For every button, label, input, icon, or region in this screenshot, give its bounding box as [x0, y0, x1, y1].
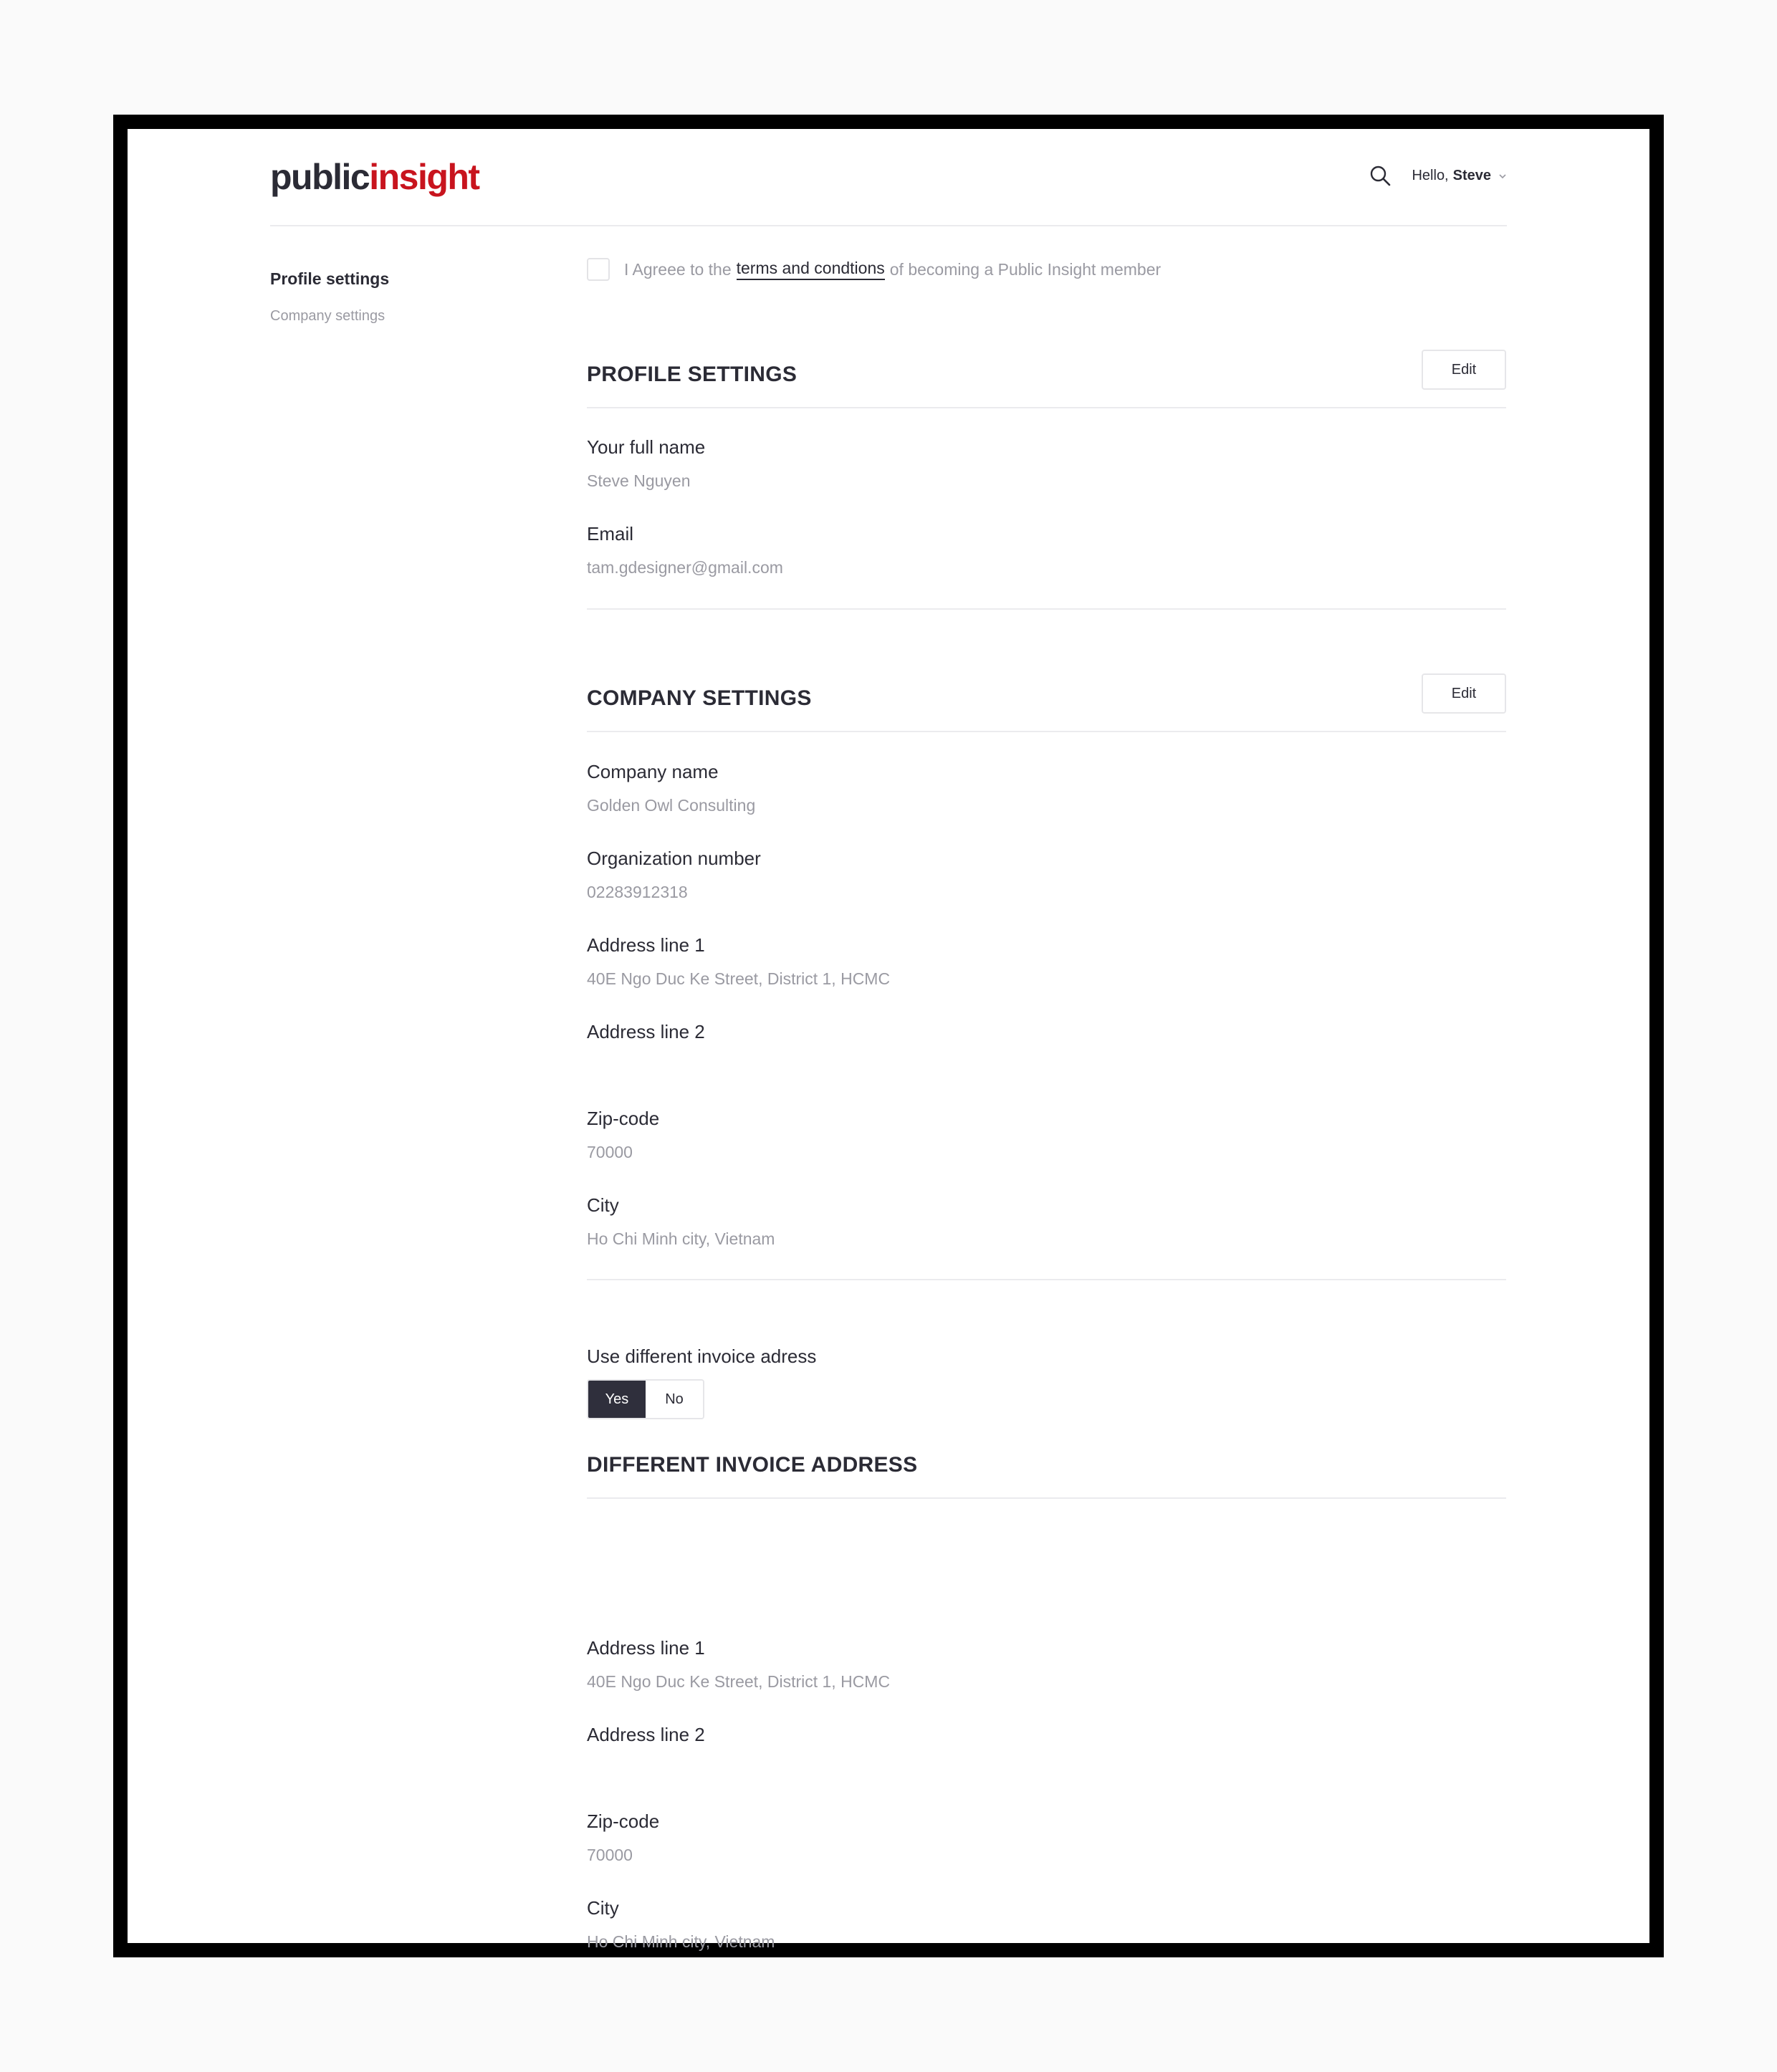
field-label: City — [587, 1194, 619, 1216]
field-organization-number: Organization number 02283912318 — [587, 848, 761, 902]
logo-part-insight: insight — [369, 157, 480, 197]
field-value: Golden Owl Consulting — [587, 796, 756, 815]
agreement-text-before: I Agreee to the — [624, 259, 732, 279]
field-value: 70000 — [587, 1143, 633, 1161]
field-full-name: Your full name Steve Nguyen — [587, 436, 705, 491]
field-value: 40E Ngo Duc Ke Street, District 1, HCMC — [587, 1672, 891, 1691]
field-label: Address line 2 — [587, 1724, 705, 1745]
field-label: Organization number — [587, 848, 761, 869]
section-divider — [587, 1279, 1506, 1280]
field-invoice-address-line-2: Address line 2 — [587, 1724, 705, 1778]
invoice-toggle-label: Use different invoice adress — [587, 1346, 817, 1367]
screenshot-frame: publicinsight Hello, Steve Profile setti… — [113, 115, 1664, 1957]
field-label: Address line 1 — [587, 934, 705, 956]
field-email: Email tam.gdesigner@gmail.com — [587, 523, 783, 577]
terms-agreement: I Agreee to the terms and condtions of b… — [587, 256, 1161, 282]
field-label: Email — [587, 523, 634, 545]
toggle-yes-button[interactable]: Yes — [588, 1381, 646, 1418]
field-value — [587, 1055, 705, 1075]
terms-link[interactable]: terms and condtions — [736, 259, 885, 280]
field-value: 40E Ngo Duc Ke Street, District 1, HCMC — [587, 969, 891, 988]
field-label: Address line 2 — [587, 1021, 705, 1042]
main-content: I Agreee to the terms and condtions of b… — [587, 129, 1506, 1951]
section-divider — [587, 608, 1506, 610]
profile-settings-header: PROFILE SETTINGS Edit — [587, 350, 1506, 408]
invoice-toggle: Yes No — [587, 1379, 704, 1419]
field-value: Ho Chi Minh city, Vietnam — [587, 1932, 775, 1951]
company-settings-header: COMPANY SETTINGS Edit — [587, 673, 1506, 732]
field-label: Company name — [587, 761, 719, 782]
toggle-no-button[interactable]: No — [646, 1381, 703, 1418]
sidebar-item-profile-settings[interactable]: Profile settings — [270, 269, 389, 289]
field-value: Steve Nguyen — [587, 471, 691, 490]
field-value: 70000 — [587, 1846, 633, 1864]
field-label: Zip-code — [587, 1108, 660, 1129]
field-zip-code: Zip-code 70000 — [587, 1108, 659, 1162]
field-value — [587, 1758, 705, 1778]
agreement-text-after: of becoming a Public Insight member — [889, 259, 1161, 279]
field-value: tam.gdesigner@gmail.com — [587, 558, 783, 577]
field-city: City Ho Chi Minh city, Vietnam — [587, 1194, 775, 1249]
profile-settings-title: PROFILE SETTINGS — [587, 363, 798, 386]
field-value: 02283912318 — [587, 883, 688, 901]
company-edit-button[interactable]: Edit — [1422, 673, 1506, 714]
logo[interactable]: publicinsight — [270, 157, 480, 197]
logo-part-public: public — [270, 157, 370, 197]
invoice-address-title: DIFFERENT INVOICE ADDRESS — [587, 1453, 918, 1477]
field-label: Your full name — [587, 436, 706, 458]
field-label: Zip-code — [587, 1810, 660, 1832]
field-invoice-address-line-1: Address line 1 40E Ngo Duc Ke Street, Di… — [587, 1637, 890, 1692]
profile-edit-button[interactable]: Edit — [1422, 350, 1506, 390]
company-settings-title: COMPANY SETTINGS — [587, 686, 812, 710]
page: publicinsight Hello, Steve Profile setti… — [128, 129, 1649, 1951]
sidebar-item-company-settings[interactable]: Company settings — [270, 308, 385, 325]
field-label: Address line 1 — [587, 1637, 705, 1659]
field-invoice-city: City Ho Chi Minh city, Vietnam — [587, 1897, 775, 1952]
field-company-name: Company name Golden Owl Consulting — [587, 761, 755, 815]
terms-checkbox[interactable] — [587, 258, 610, 281]
field-address-line-2: Address line 2 — [587, 1021, 705, 1075]
field-label: City — [587, 1897, 619, 1919]
invoice-address-header: DIFFERENT INVOICE ADDRESS — [587, 1437, 1506, 1499]
field-invoice-zip-code: Zip-code 70000 — [587, 1810, 659, 1865]
field-value: Ho Chi Minh city, Vietnam — [587, 1229, 775, 1248]
field-address-line-1: Address line 1 40E Ngo Duc Ke Street, Di… — [587, 934, 890, 989]
content-container: publicinsight Hello, Steve Profile setti… — [270, 129, 1507, 1951]
